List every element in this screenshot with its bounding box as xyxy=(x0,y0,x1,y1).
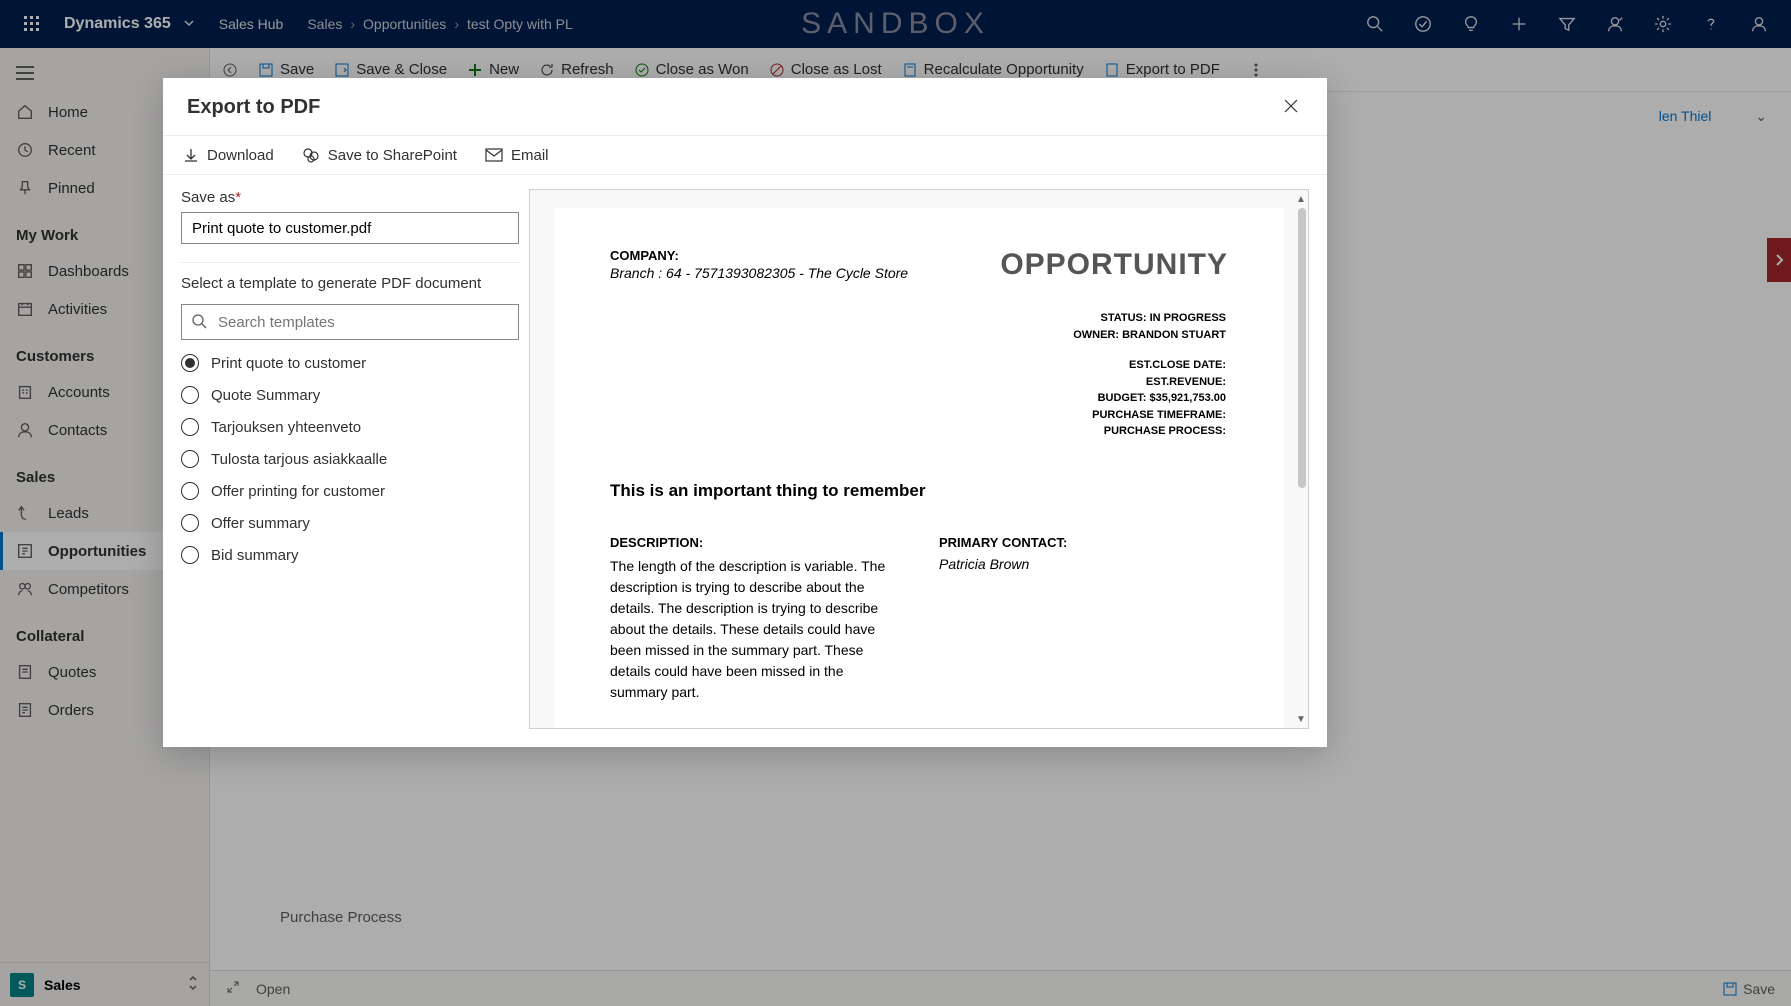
radio-icon xyxy=(181,386,199,404)
email-button[interactable]: Email xyxy=(485,146,549,164)
doc-title: OPPORTUNITY xyxy=(1000,248,1228,282)
scroll-down-icon[interactable]: ▼ xyxy=(1296,714,1306,724)
dialog-left-panel: Save as* Select a template to generate P… xyxy=(181,189,519,729)
template-option[interactable]: Offer summary xyxy=(181,514,519,532)
radio-icon xyxy=(181,514,199,532)
template-option[interactable]: Bid summary xyxy=(181,546,519,564)
doc-heading: This is an important thing to remember xyxy=(610,481,1228,501)
download-button[interactable]: Download xyxy=(183,146,274,164)
template-option[interactable]: Print quote to customer xyxy=(181,354,519,372)
scroll-up-icon[interactable]: ▲ xyxy=(1296,194,1306,204)
divider xyxy=(181,262,519,263)
radio-icon xyxy=(181,354,199,372)
search-templates-input[interactable] xyxy=(181,304,519,340)
template-option[interactable]: Offer printing for customer xyxy=(181,482,519,500)
save-as-label: Save as* xyxy=(181,189,519,206)
close-icon[interactable] xyxy=(1279,94,1303,121)
template-list: Print quote to customer Quote Summary Ta… xyxy=(181,354,519,564)
filename-input[interactable] xyxy=(181,212,519,244)
radio-icon xyxy=(181,482,199,500)
description-text: The length of the description is variabl… xyxy=(610,556,899,703)
dialog-header: Export to PDF xyxy=(163,78,1327,136)
save-sharepoint-button[interactable]: Save to SharePoint xyxy=(302,146,457,164)
primary-contact-value: Patricia Brown xyxy=(939,556,1228,572)
description-label: DESCRIPTION: xyxy=(610,535,899,550)
export-pdf-dialog: Export to PDF Download Save to SharePoin… xyxy=(163,78,1327,747)
template-option[interactable]: Quote Summary xyxy=(181,386,519,404)
select-template-label: Select a template to generate PDF docume… xyxy=(181,275,519,292)
scroll-thumb[interactable] xyxy=(1298,208,1306,488)
radio-icon xyxy=(181,450,199,468)
doc-meta: STATUS: IN PROGRESS OWNER: BRANDON STUAR… xyxy=(1073,310,1226,440)
pdf-preview-pane[interactable]: ▲ ▼ COMPANY: Branch : 64 - 7571393082305… xyxy=(529,189,1309,729)
template-option[interactable]: Tulosta tarjous asiakkaalle xyxy=(181,450,519,468)
dialog-toolbar: Download Save to SharePoint Email xyxy=(163,136,1327,175)
pdf-page: COMPANY: Branch : 64 - 7571393082305 - T… xyxy=(554,208,1284,729)
radio-icon xyxy=(181,418,199,436)
dialog-title: Export to PDF xyxy=(187,96,320,119)
template-option[interactable]: Tarjouksen yhteenveto xyxy=(181,418,519,436)
radio-icon xyxy=(181,546,199,564)
primary-contact-label: PRIMARY CONTACT: xyxy=(939,535,1228,550)
search-icon xyxy=(191,313,207,332)
